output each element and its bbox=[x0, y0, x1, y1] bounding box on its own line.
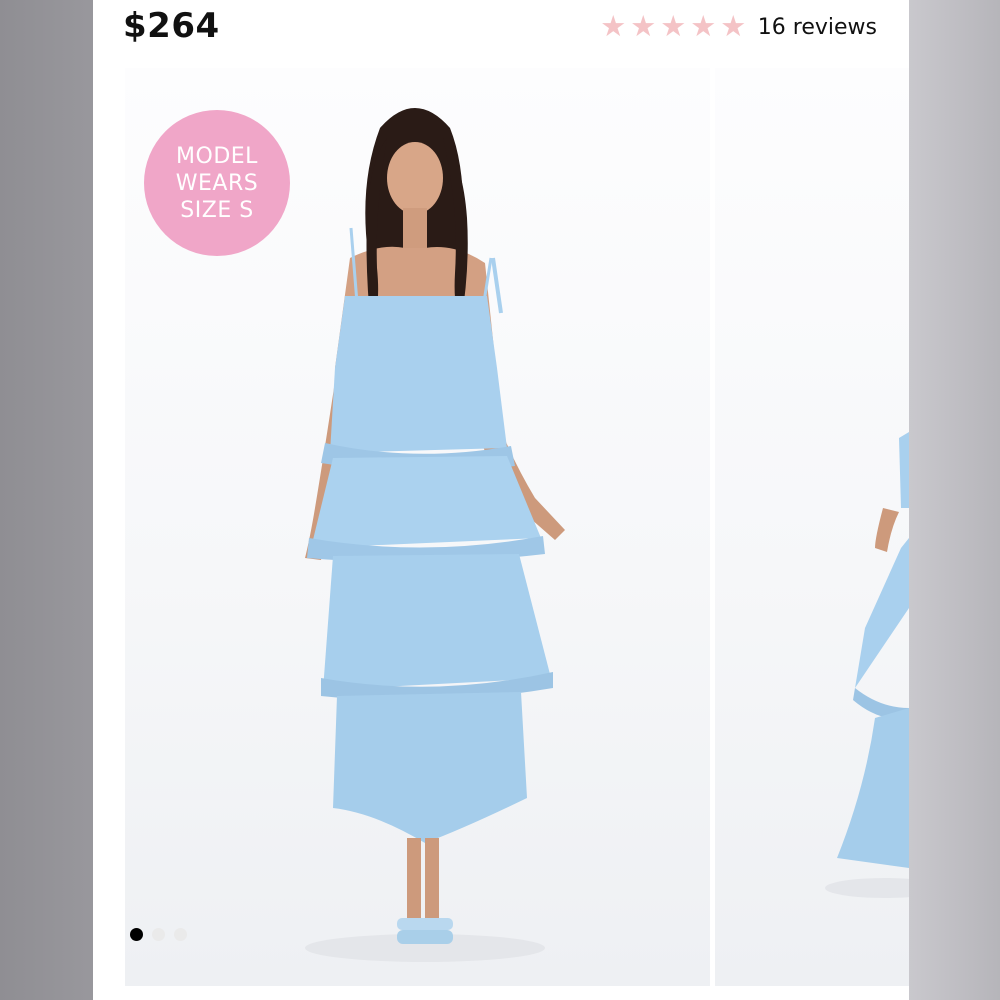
star-icon: ★ bbox=[690, 10, 717, 43]
star-icon: ★ bbox=[660, 10, 687, 43]
reviews-link[interactable]: 16 reviews bbox=[758, 15, 877, 40]
badge-line: WEARS bbox=[175, 170, 259, 196]
model-size-badge: MODEL WEARS SIZE S bbox=[144, 110, 290, 256]
badge-line: SIZE S bbox=[180, 197, 254, 223]
star-icon: ★ bbox=[600, 10, 627, 43]
badge-line: MODEL bbox=[176, 143, 258, 169]
pager-dot-1[interactable] bbox=[130, 928, 143, 941]
star-icon: ★ bbox=[630, 10, 657, 43]
image-carousel[interactable]: MODEL WEARS SIZE S bbox=[125, 68, 909, 986]
rating-summary[interactable]: ★ ★ ★ ★ ★ 16 reviews bbox=[599, 10, 877, 44]
pager-dot-3[interactable] bbox=[174, 928, 187, 941]
product-page: $264 ★ ★ ★ ★ ★ 16 reviews MODEL WEARS SI… bbox=[93, 0, 909, 1000]
carousel-pager bbox=[130, 928, 187, 941]
product-image-1[interactable]: MODEL WEARS SIZE S bbox=[125, 68, 710, 986]
star-icon: ★ bbox=[720, 10, 747, 43]
model-photo-partial bbox=[825, 432, 909, 898]
background-right bbox=[909, 0, 1000, 1000]
product-price: $264 bbox=[123, 6, 220, 46]
pager-dot-2[interactable] bbox=[152, 928, 165, 941]
product-image-2[interactable] bbox=[715, 68, 909, 986]
rating-stars: ★ ★ ★ ★ ★ bbox=[599, 10, 748, 43]
